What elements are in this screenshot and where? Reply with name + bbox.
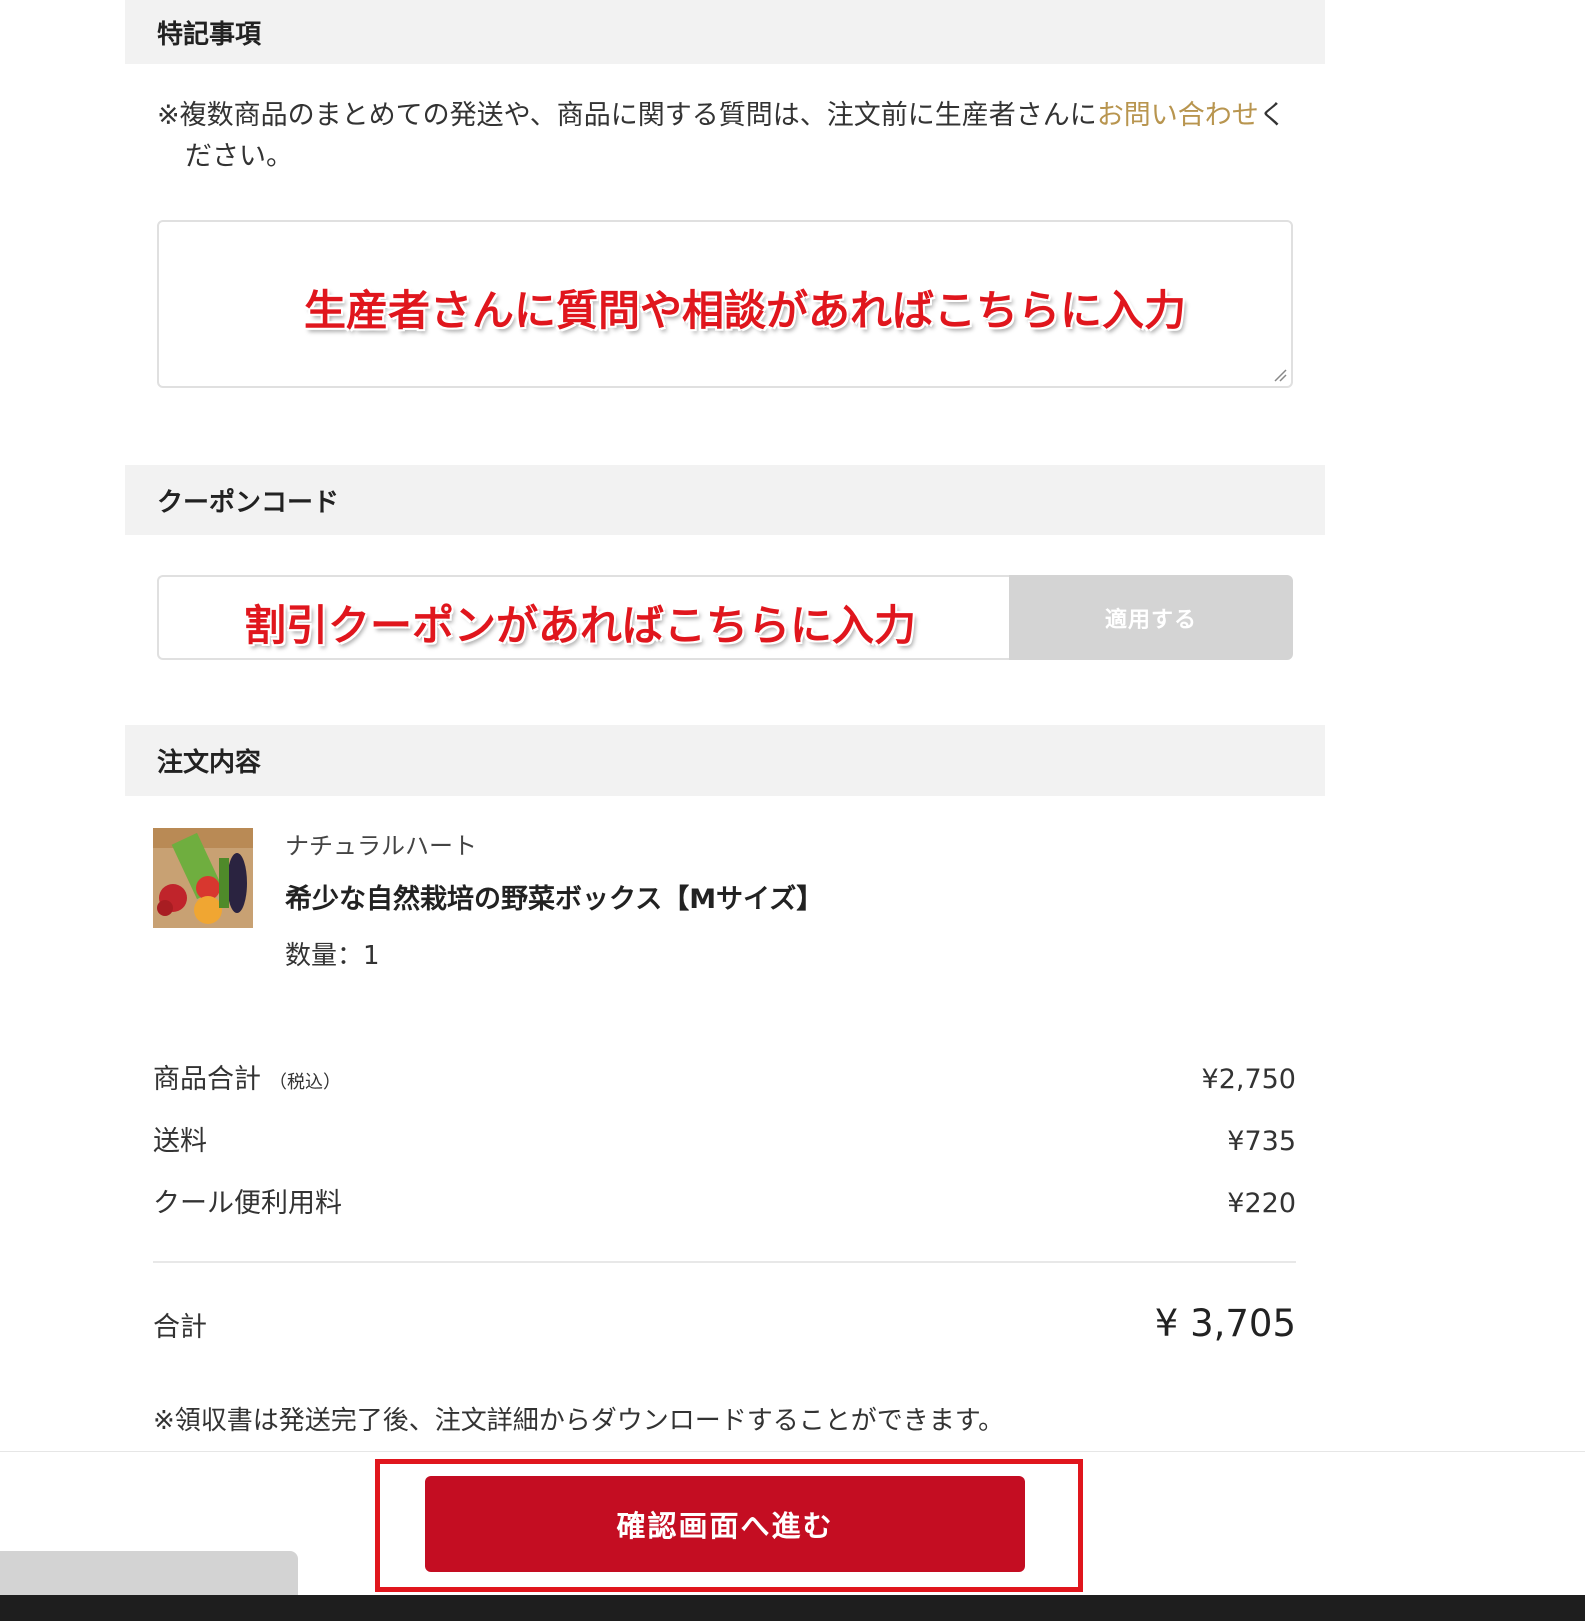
- cool-fee-row: クール便利用料 ¥220: [153, 1181, 1296, 1220]
- apply-coupon-button[interactable]: 適用する: [1009, 575, 1293, 660]
- notes-textarea[interactable]: 生産者さんに質問や相談があればこちらに入力: [157, 220, 1293, 388]
- subtotal-value: ¥2,750: [1201, 1064, 1296, 1095]
- total-row: 合計 ¥ 3,705: [153, 1302, 1296, 1345]
- proceed-to-confirm-button[interactable]: 確認画面へ進む: [425, 1476, 1025, 1572]
- notes-instruction-text: ※複数商品のまとめての発送や、商品に関する質問は、注文前に生産者さんに: [157, 100, 1097, 131]
- cool-fee-label: クール便利用料: [153, 1188, 342, 1219]
- subtotal-label: 商品合計 （税込）: [153, 1057, 341, 1096]
- total-label: 合計: [153, 1312, 207, 1343]
- tax-included-note: （税込）: [269, 1072, 341, 1093]
- coupon-input[interactable]: 割引クーポンがあればこちらに入力: [157, 575, 1009, 660]
- subtotal-label-text: 商品合計: [153, 1064, 261, 1095]
- coupon-annotation: 割引クーポンがあればこちらに入力: [244, 601, 917, 650]
- product-quantity: 数量：1: [285, 941, 380, 971]
- cool-fee-value: ¥220: [1227, 1188, 1296, 1219]
- notes-instruction: ※複数商品のまとめての発送や、商品に関する質問は、注文前に生産者さんにお問い合わ…: [157, 95, 1297, 177]
- bottom-strip: [0, 1595, 1585, 1621]
- section-header-order: 注文内容: [125, 725, 1325, 796]
- notes-annotation: 生産者さんに質問や相談があればこちらに入力: [304, 286, 1187, 335]
- subtotal-row: 商品合計 （税込） ¥2,750: [153, 1057, 1296, 1096]
- total-value: ¥ 3,705: [1154, 1302, 1296, 1345]
- receipt-note: ※領収書は発送完了後、注文詳細からダウンロードすることができます。: [153, 1406, 1005, 1436]
- contact-link[interactable]: お問い合わせ: [1097, 100, 1259, 131]
- shipping-value: ¥735: [1227, 1126, 1296, 1157]
- section-header-coupon: クーポンコード: [125, 465, 1325, 535]
- shipping-row: 送料 ¥735: [153, 1119, 1296, 1158]
- shipping-label: 送料: [153, 1126, 207, 1157]
- producer-name[interactable]: ナチュラルハート: [285, 826, 477, 861]
- product-name[interactable]: 希少な自然栽培の野菜ボックス【Mサイズ】: [285, 877, 823, 916]
- product-thumbnail: [153, 828, 253, 928]
- notes-title: 特記事項: [157, 19, 262, 50]
- order-title: 注文内容: [157, 748, 262, 778]
- section-header-notes: 特記事項: [125, 0, 1325, 64]
- resize-grip-icon[interactable]: [1273, 368, 1287, 382]
- coupon-title: クーポンコード: [157, 487, 340, 518]
- summary-divider: [153, 1261, 1296, 1263]
